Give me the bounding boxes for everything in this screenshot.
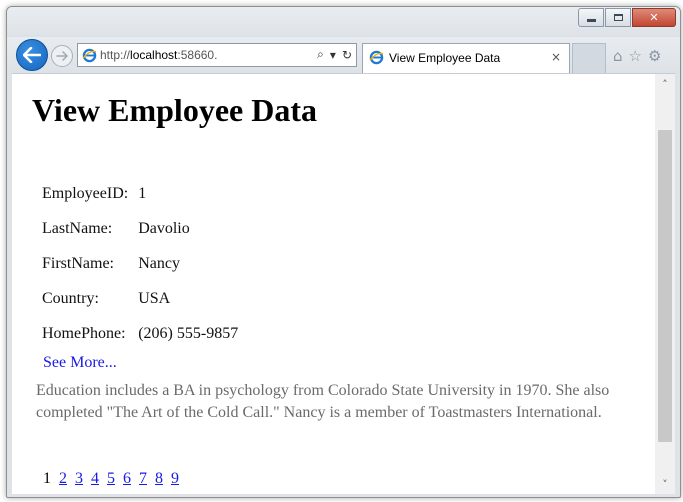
tab-close-icon[interactable]: × — [551, 50, 561, 64]
address-url-host: localhost — [130, 48, 178, 62]
favorites-star-icon[interactable]: ☆ — [629, 47, 642, 65]
page-viewport: View Employee Data EmployeeID: 1 LastNam… — [12, 73, 675, 494]
scroll-down-icon[interactable]: ˅ — [655, 474, 675, 494]
pager-link[interactable]: 8 — [155, 470, 163, 488]
field-value: (206) 555-9857 — [138, 324, 239, 342]
field-value: Nancy — [138, 254, 180, 272]
pager-link[interactable]: 3 — [75, 470, 83, 488]
address-url-prefix: http:// — [100, 48, 131, 62]
pager-link[interactable]: 2 — [59, 470, 67, 488]
window-controls: ✕ — [577, 8, 676, 27]
field-label: LastName: — [42, 219, 113, 237]
address-actions: ⌕ ▾ ↻ — [317, 47, 352, 62]
page-title: View Employee Data — [32, 92, 317, 128]
address-bar[interactable]: http://localhost:58660. ⌕ ▾ ↻ — [77, 43, 357, 67]
browser-toolbar: http://localhost:58660. ⌕ ▾ ↻ View Emplo… — [7, 37, 680, 73]
chevron-down-icon[interactable]: ▾ — [330, 48, 336, 62]
minimize-button[interactable] — [578, 8, 604, 27]
field-label: EmployeeID: — [42, 184, 129, 202]
browser-window: ✕ http://localhost:58660. ⌕ ▾ ↻ View Emp… — [6, 6, 681, 498]
pager-current-page: 1 — [43, 470, 51, 487]
title-bar: ✕ — [7, 7, 680, 37]
pager-link[interactable]: 5 — [107, 470, 115, 488]
tab-title: View Employee Data — [389, 51, 501, 65]
address-url-rest: :58660. — [177, 48, 218, 62]
pager-link[interactable]: 7 — [139, 470, 147, 488]
close-icon: ✕ — [649, 11, 659, 24]
new-tab-button[interactable] — [572, 43, 606, 73]
field-row-employee-id: EmployeeID: 1 — [42, 181, 238, 206]
refresh-icon[interactable]: ↻ — [342, 48, 352, 62]
scroll-up-icon[interactable]: ˄ — [655, 74, 675, 94]
scrollbar-thumb[interactable] — [658, 130, 672, 442]
field-row-last-name: LastName: Davolio — [42, 216, 238, 241]
employee-notes: Education includes a BA in psychology fr… — [36, 382, 610, 421]
search-icon[interactable]: ⌕ — [317, 47, 324, 62]
pager-link[interactable]: 6 — [123, 470, 131, 488]
vertical-scrollbar[interactable]: ˄ ˅ — [655, 74, 675, 494]
forward-arrow-icon — [56, 51, 68, 61]
back-button[interactable] — [16, 39, 48, 71]
pager-link[interactable]: 9 — [171, 470, 179, 488]
employee-details-table: EmployeeID: 1 LastName: Davolio FirstNam… — [38, 171, 242, 356]
pager: 1 2 3 4 5 6 7 8 9 — [43, 470, 179, 488]
forward-button[interactable] — [51, 45, 73, 67]
field-value: 1 — [138, 184, 147, 202]
back-arrow-icon — [23, 47, 41, 63]
pager-link[interactable]: 4 — [91, 470, 99, 488]
field-value: Davolio — [138, 219, 190, 237]
ie-tab-icon — [369, 50, 384, 65]
see-more-link[interactable]: See More... — [43, 354, 117, 372]
maximize-button[interactable] — [605, 8, 631, 27]
maximize-icon — [613, 14, 623, 21]
minimize-icon — [586, 19, 596, 22]
field-label: Country: — [42, 289, 99, 307]
close-window-button[interactable]: ✕ — [632, 8, 676, 27]
page-content: View Employee Data EmployeeID: 1 LastNam… — [12, 74, 652, 494]
gear-icon[interactable]: ⚙ — [648, 47, 661, 65]
home-icon[interactable]: ⌂ — [613, 47, 623, 65]
tab-view-employee-data[interactable]: View Employee Data × — [362, 43, 570, 73]
browser-right-icons: ⌂ ☆ ⚙ — [613, 47, 661, 65]
address-url[interactable]: http://localhost:58660. — [100, 48, 217, 62]
field-label: HomePhone: — [42, 324, 126, 342]
ie-page-icon — [82, 48, 97, 63]
field-row-country: Country: USA — [42, 286, 238, 311]
field-value: USA — [138, 289, 171, 307]
field-row-first-name: FirstName: Nancy — [42, 251, 238, 276]
field-label: FirstName: — [42, 254, 114, 272]
field-row-home-phone: HomePhone: (206) 555-9857 — [42, 321, 238, 346]
